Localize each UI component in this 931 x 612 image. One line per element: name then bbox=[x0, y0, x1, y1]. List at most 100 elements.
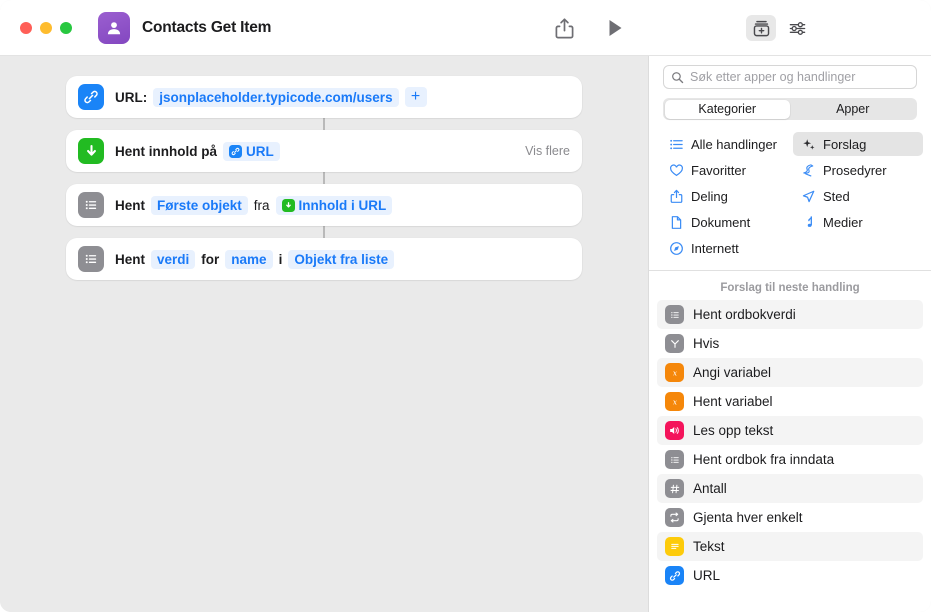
list-icon bbox=[665, 305, 684, 324]
list-item[interactable]: Les opp tekst bbox=[657, 416, 923, 445]
url-label: URL: bbox=[115, 89, 148, 105]
sparkles-icon bbox=[800, 136, 816, 152]
category-label: Internett bbox=[691, 240, 739, 256]
url-value-token[interactable]: jsonplaceholder.typicode.com/users bbox=[153, 87, 399, 107]
location-arrow-icon bbox=[800, 188, 816, 204]
hash-icon bbox=[665, 479, 684, 498]
show-more-button[interactable]: Vis flere bbox=[525, 144, 570, 158]
action-get-dictionary-value-text: Hent verdi for name i Objekt fra liste bbox=[115, 249, 395, 269]
contacts-icon bbox=[98, 11, 130, 44]
play-icon[interactable] bbox=[608, 19, 623, 37]
url-variable-label: URL bbox=[246, 143, 274, 159]
list-item[interactable]: URL bbox=[657, 561, 923, 590]
sliders-icon[interactable] bbox=[782, 15, 812, 41]
variable-icon: x bbox=[665, 363, 684, 382]
list-item-label: Hent ordbok fra inndata bbox=[693, 452, 835, 467]
category-label: Sted bbox=[823, 188, 850, 204]
category-favoritter[interactable]: Favoritter bbox=[661, 158, 791, 182]
category-label: Forslag bbox=[823, 136, 867, 152]
value-token[interactable]: verdi bbox=[151, 249, 196, 269]
category-label: Alle handlinger bbox=[691, 136, 778, 152]
list-bullet-icon bbox=[668, 136, 684, 152]
list-item-label: Antall bbox=[693, 481, 727, 496]
download-arrow-icon bbox=[78, 138, 104, 164]
list-item-label: Tekst bbox=[693, 539, 725, 554]
key-name-token[interactable]: name bbox=[225, 249, 273, 269]
minimize-button[interactable] bbox=[40, 21, 52, 34]
list-item[interactable]: Gjenta hver enkelt bbox=[657, 503, 923, 532]
download-arrow-icon bbox=[281, 198, 295, 212]
list-item[interactable]: Tekst bbox=[657, 532, 923, 561]
list-item[interactable]: Hvis bbox=[657, 329, 923, 358]
search-field[interactable] bbox=[663, 65, 917, 89]
search-input[interactable] bbox=[690, 70, 909, 84]
category-label: Deling bbox=[691, 188, 728, 204]
category-label: Prosedyrer bbox=[823, 162, 887, 178]
action-library-icon[interactable] bbox=[746, 15, 776, 41]
add-url-button[interactable]: + bbox=[404, 87, 427, 107]
action-get-first-item-text: Hent Første objekt fra Innhold i URL bbox=[115, 195, 393, 215]
category-internett[interactable]: Internett bbox=[661, 236, 791, 260]
action-library-sidebar: Kategorier Apper Alle handlinger bbox=[648, 56, 931, 612]
from-label: fra bbox=[253, 197, 270, 213]
category-forslag[interactable]: Forslag bbox=[793, 132, 923, 156]
list-icon bbox=[665, 450, 684, 469]
list-item-label: Hent ordbokverdi bbox=[693, 307, 796, 322]
category-label: Dokument bbox=[691, 214, 751, 230]
titlebar: Contacts Get Item bbox=[0, 0, 931, 56]
svg-text:x: x bbox=[672, 397, 677, 406]
item-from-list-token[interactable]: Objekt fra liste bbox=[288, 249, 395, 269]
list-item[interactable]: Hent ordbok fra inndata bbox=[657, 445, 923, 474]
link-icon bbox=[665, 566, 684, 585]
first-item-token[interactable]: Første objekt bbox=[151, 195, 248, 215]
list-icon bbox=[78, 192, 104, 218]
list-item[interactable]: Antall bbox=[657, 474, 923, 503]
list-item-label: Hent variabel bbox=[693, 394, 773, 409]
category-prosedyrer[interactable]: Prosedyrer bbox=[793, 158, 923, 182]
action-card-get-first-item[interactable]: Hent Første objekt fra Innhold i URL bbox=[66, 184, 582, 226]
share-icon[interactable] bbox=[555, 17, 574, 39]
shortcuts-window: Contacts Get Item URL: jsonplaceholder.t… bbox=[0, 0, 931, 612]
category-alle-handlinger[interactable]: Alle handlinger bbox=[661, 132, 791, 156]
list-item[interactable]: Hent ordbokverdi bbox=[657, 300, 923, 329]
variable-icon: x bbox=[665, 392, 684, 411]
category-deling[interactable]: Deling bbox=[661, 184, 791, 208]
action-url-text: URL: jsonplaceholder.typicode.com/users … bbox=[115, 87, 427, 107]
for-label: for bbox=[201, 251, 220, 267]
heart-icon bbox=[668, 162, 684, 178]
get-label: Hent bbox=[115, 251, 145, 267]
category-label: Medier bbox=[823, 214, 863, 230]
link-icon bbox=[78, 84, 104, 110]
category-sted[interactable]: Sted bbox=[793, 184, 923, 208]
tab-kategorier[interactable]: Kategorier bbox=[664, 99, 790, 119]
zoom-button[interactable] bbox=[60, 21, 72, 34]
traffic-lights bbox=[0, 21, 72, 34]
music-note-icon bbox=[800, 214, 816, 230]
speaker-icon bbox=[665, 421, 684, 440]
action-get-contents-text: Hent innhold på URL bbox=[115, 141, 280, 161]
category-dokument[interactable]: Dokument bbox=[661, 210, 791, 234]
url-variable-token[interactable]: URL bbox=[223, 141, 280, 161]
list-item[interactable]: x Hent variabel bbox=[657, 387, 923, 416]
list-item-label: Les opp tekst bbox=[693, 423, 774, 438]
get-contents-label: Hent innhold på bbox=[115, 143, 217, 159]
titlebar-actions bbox=[555, 0, 623, 56]
tab-apper[interactable]: Apper bbox=[790, 100, 916, 119]
svg-text:x: x bbox=[672, 368, 677, 377]
contents-of-url-token[interactable]: Innhold i URL bbox=[275, 195, 393, 215]
action-card-get-dictionary-value[interactable]: Hent verdi for name i Objekt fra liste bbox=[66, 238, 582, 280]
contents-of-url-label: Innhold i URL bbox=[298, 197, 387, 213]
category-grid: Alle handlinger Forslag Favoritter Prose… bbox=[649, 132, 931, 271]
link-icon bbox=[229, 144, 242, 158]
action-card-url[interactable]: URL: jsonplaceholder.typicode.com/users … bbox=[66, 76, 582, 118]
close-button[interactable] bbox=[20, 21, 32, 34]
action-card-get-contents[interactable]: Hent innhold på URL Vis flere bbox=[66, 130, 582, 172]
category-medier[interactable]: Medier bbox=[793, 210, 923, 234]
safari-compass-icon bbox=[668, 240, 684, 256]
scripting-icon bbox=[800, 162, 816, 178]
library-mode-segmented[interactable]: Kategorier Apper bbox=[663, 98, 917, 120]
list-item-label: URL bbox=[693, 568, 721, 583]
list-item[interactable]: x Angi variabel bbox=[657, 358, 923, 387]
workflow-canvas[interactable]: URL: jsonplaceholder.typicode.com/users … bbox=[0, 56, 648, 612]
text-icon bbox=[665, 537, 684, 556]
